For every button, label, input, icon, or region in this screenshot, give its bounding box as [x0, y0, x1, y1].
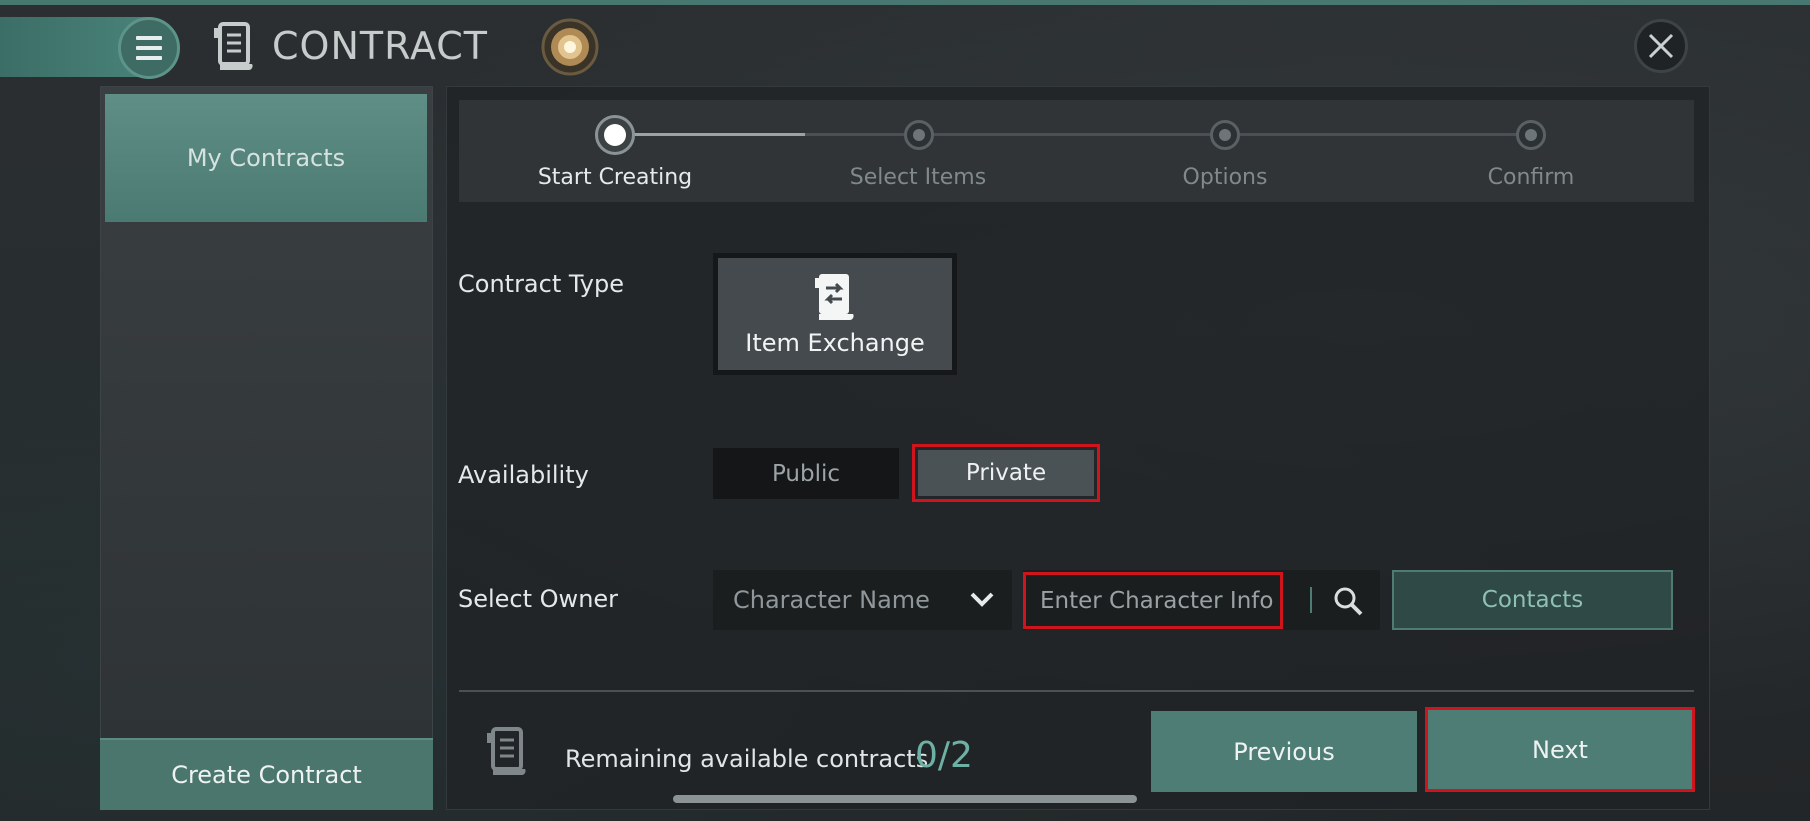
scroll-icon [214, 22, 253, 71]
footer-divider [459, 690, 1694, 692]
step-dot-start-creating [595, 115, 635, 155]
contract-scroll-icon [487, 727, 526, 776]
step-dot-options [1210, 120, 1240, 150]
sidebar-item-my-contracts[interactable]: My Contracts [105, 94, 427, 222]
availability-label: Availability [458, 461, 589, 489]
search-icon[interactable] [1330, 583, 1366, 619]
step-label-start-creating: Start Creating [537, 165, 693, 190]
remaining-contracts-count: 0/2 [915, 735, 973, 776]
menu-button[interactable] [118, 17, 180, 79]
step-label-confirm: Confirm [1487, 165, 1575, 190]
close-icon [1648, 33, 1674, 59]
next-button[interactable]: Next [1425, 707, 1695, 792]
availability-private-button[interactable]: Private [912, 444, 1100, 502]
step-label-select-items: Select Items [849, 165, 987, 190]
character-info-input[interactable] [1023, 572, 1283, 629]
item-exchange-icon [815, 274, 854, 321]
owner-type-value: Character Name [733, 586, 930, 614]
item-exchange-option[interactable]: Item Exchange [713, 253, 957, 375]
orb-icon[interactable] [540, 17, 600, 77]
chevron-down-icon [970, 592, 994, 607]
remaining-contracts-label: Remaining available contracts [565, 745, 929, 773]
horizontal-scrollbar[interactable] [673, 795, 1137, 803]
previous-button[interactable]: Previous [1151, 711, 1417, 792]
select-owner-label: Select Owner [458, 585, 619, 613]
item-exchange-label: Item Exchange [745, 329, 925, 357]
stepper-track-progress [615, 133, 805, 136]
step-label-options: Options [1182, 165, 1268, 190]
contacts-button[interactable]: Contacts [1392, 570, 1673, 630]
owner-type-dropdown[interactable]: Character Name [713, 570, 1012, 630]
close-button[interactable] [1634, 19, 1688, 73]
step-dot-select-items [904, 120, 934, 150]
hamburger-icon [136, 33, 162, 63]
availability-public-button[interactable]: Public [713, 448, 899, 499]
contract-type-label: Contract Type [458, 270, 624, 298]
input-separator [1310, 587, 1312, 613]
create-contract-button[interactable]: Create Contract [100, 738, 433, 810]
top-accent-line [0, 0, 1810, 5]
step-dot-confirm [1516, 120, 1546, 150]
page-title: CONTRACT [272, 24, 489, 68]
availability-private-label: Private [918, 450, 1094, 496]
